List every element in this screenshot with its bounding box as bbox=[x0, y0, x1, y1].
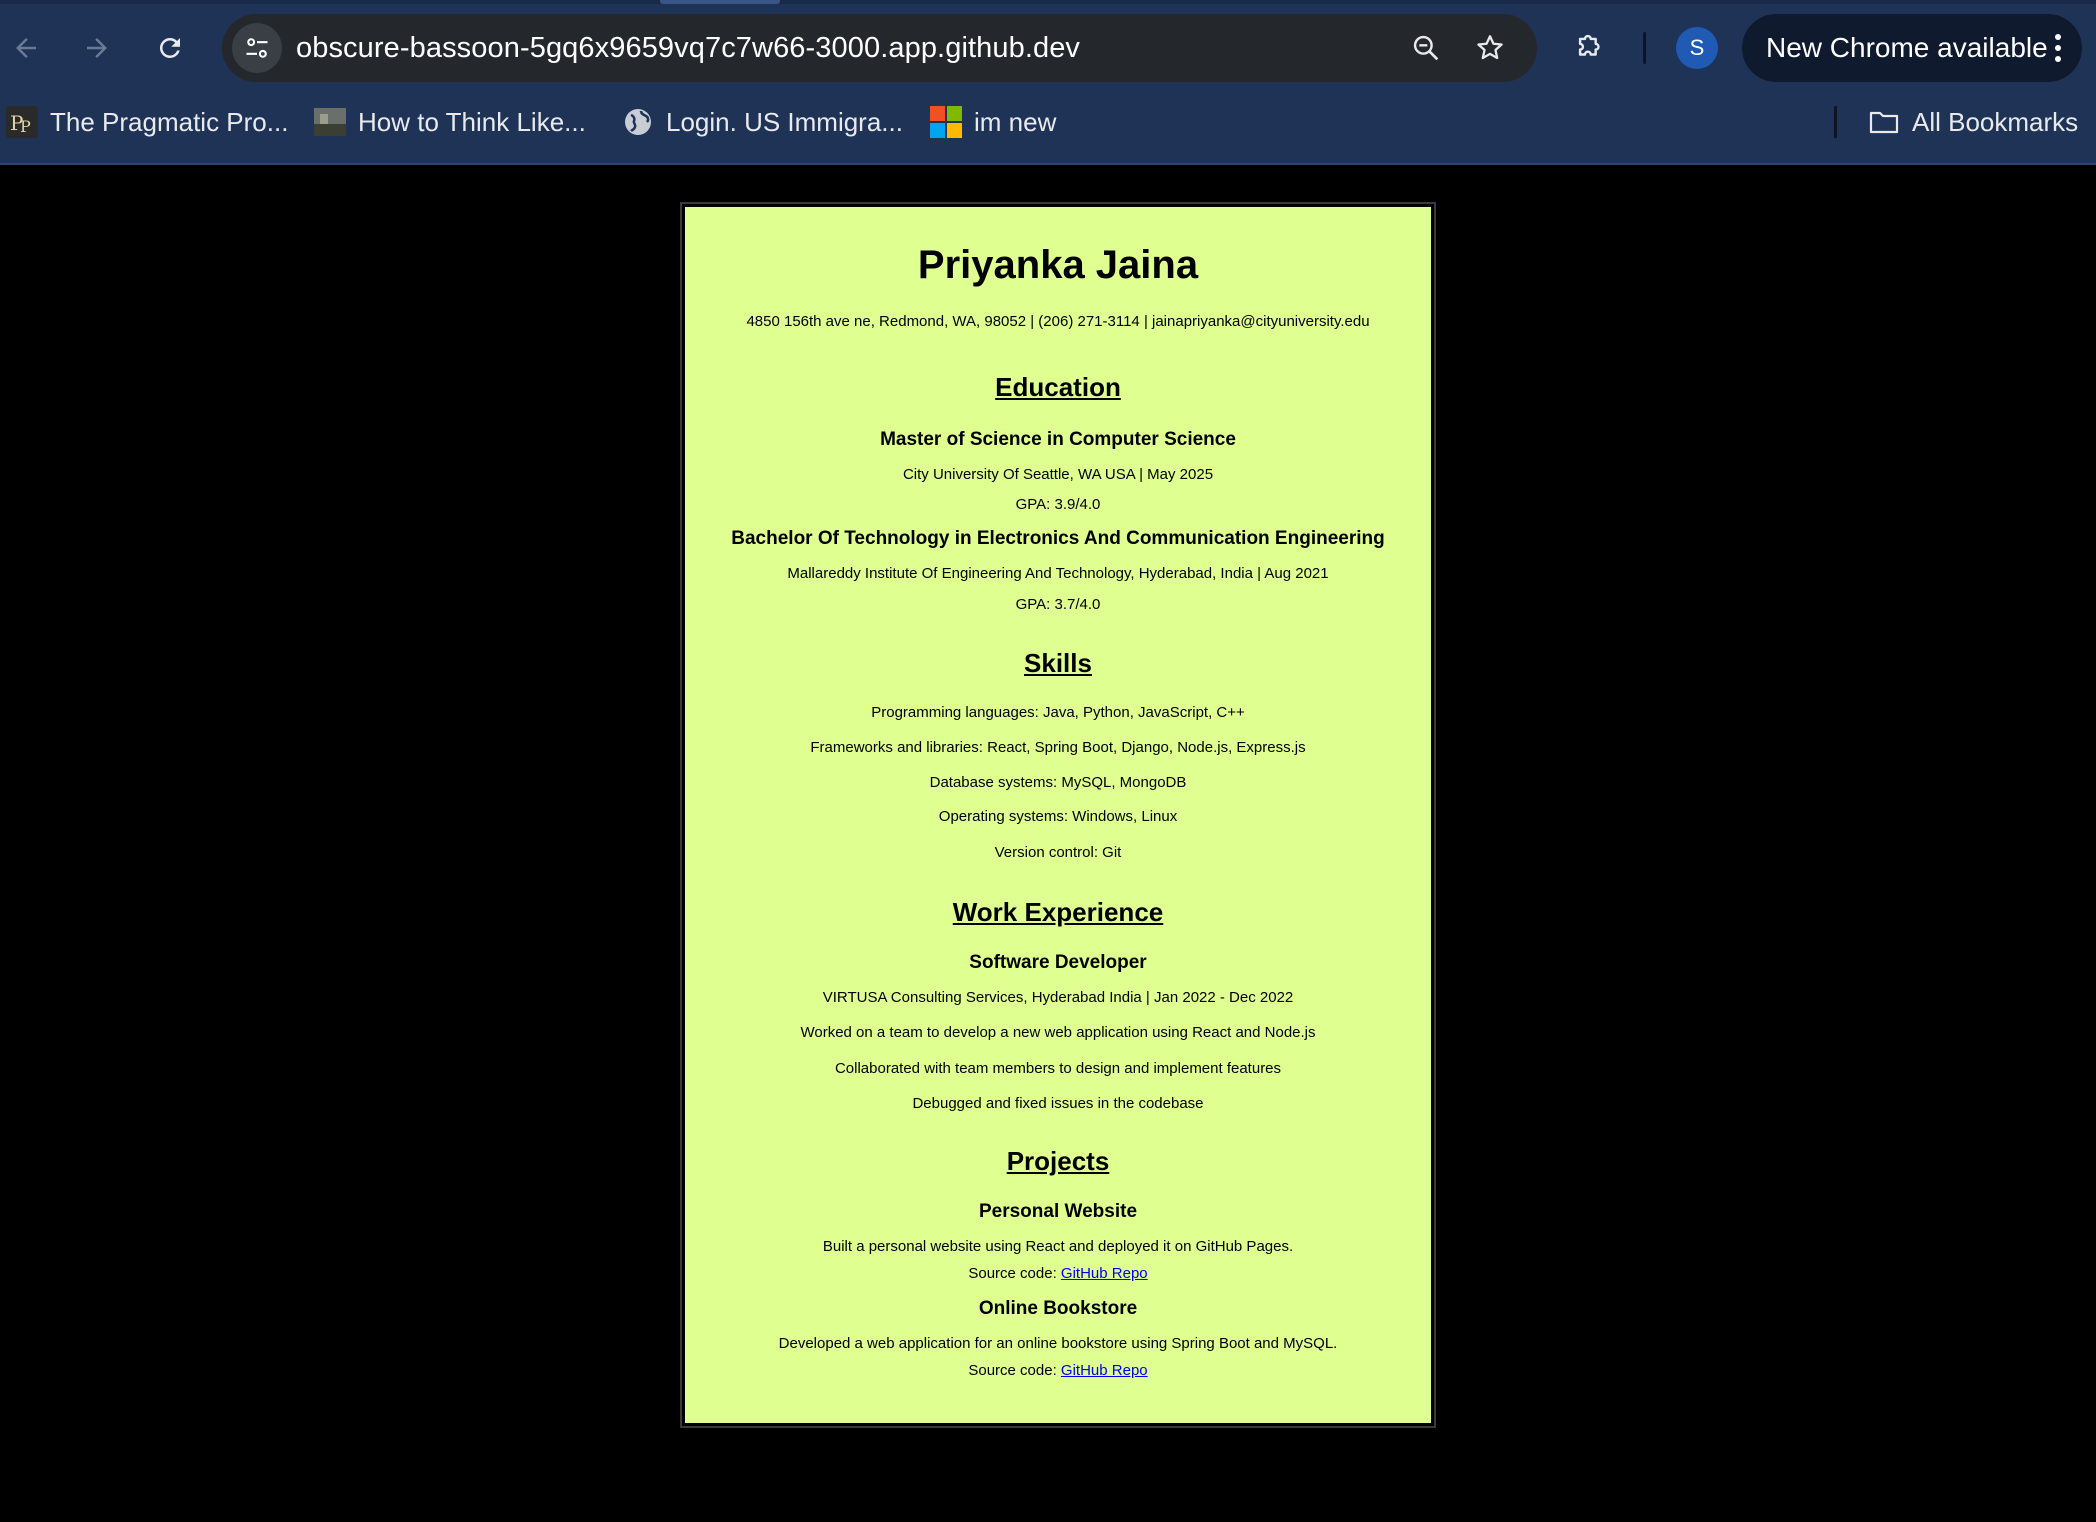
chrome-update-button[interactable]: New Chrome available bbox=[1742, 14, 2082, 82]
projects-heading: Projects bbox=[1006, 1146, 1110, 1176]
active-tab-indicator[interactable] bbox=[660, 0, 780, 4]
folder-icon bbox=[1869, 111, 1899, 134]
skills-heading: Skills bbox=[1024, 648, 1092, 678]
tab-strip bbox=[0, 0, 2096, 4]
source-label: Source code: bbox=[968, 1265, 1061, 1282]
bookmark-how-to-think[interactable]: How to Think Like... bbox=[314, 100, 586, 144]
forward-arrow-icon bbox=[87, 38, 107, 58]
pragmatic-programmer-favicon: P P bbox=[6, 106, 38, 138]
school-info: Mallareddy Institute Of Engineering And … bbox=[787, 565, 1329, 582]
forward-button[interactable] bbox=[75, 26, 119, 70]
all-bookmarks-button[interactable]: All Bookmarks bbox=[1868, 100, 2078, 144]
project-title: Online Bookstore bbox=[978, 1298, 1138, 1319]
kebab-menu-icon[interactable] bbox=[2052, 34, 2064, 64]
back-button[interactable] bbox=[4, 26, 48, 70]
gpa: GPA: 3.7/4.0 bbox=[1015, 596, 1101, 613]
job-title: Software Developer bbox=[969, 952, 1147, 973]
contact-info: 4850 156th ave ne, Redmond, WA, 98052 | … bbox=[746, 313, 1370, 330]
zoom-out-icon bbox=[1413, 35, 1439, 61]
profile-avatar[interactable]: S bbox=[1676, 27, 1718, 69]
bookmark-star-button[interactable] bbox=[1470, 28, 1510, 68]
work-experience-heading: Work Experience bbox=[952, 897, 1164, 927]
gpa: GPA: 3.9/4.0 bbox=[1015, 496, 1101, 513]
education-heading: Education bbox=[995, 372, 1121, 402]
resume-name: Priyanka Jaina bbox=[917, 243, 1199, 287]
bookmark-label: How to Think Like... bbox=[358, 106, 586, 137]
company-info: VIRTUSA Consulting Services, Hyderabad I… bbox=[822, 989, 1294, 1006]
puzzle-icon bbox=[1578, 34, 1600, 56]
reload-icon bbox=[159, 37, 180, 58]
project-title: Personal Website bbox=[978, 1201, 1138, 1222]
bookmark-pragmatic[interactable]: P P The Pragmatic Pro... bbox=[6, 100, 288, 144]
skill-item: Frameworks and libraries: React, Spring … bbox=[810, 739, 1306, 756]
degree-title: Master of Science in Computer Science bbox=[880, 429, 1236, 450]
bookmark-login-us-immigration[interactable]: Login. US Immigra... bbox=[622, 100, 903, 144]
svg-text:P: P bbox=[20, 117, 31, 136]
skill-item: Database systems: MySQL, MongoDB bbox=[929, 774, 1187, 791]
site-info-button[interactable] bbox=[232, 23, 282, 73]
project-source: Source code: GitHub Repo bbox=[685, 1265, 1431, 1282]
project-description: Built a personal website using React and… bbox=[822, 1238, 1294, 1255]
book-thumbnail-favicon bbox=[314, 108, 346, 136]
bookmark-label: The Pragmatic Pro... bbox=[50, 106, 289, 137]
bookmark-im-new[interactable]: im new bbox=[930, 100, 1056, 144]
back-arrow-icon bbox=[16, 38, 36, 58]
extensions-button[interactable] bbox=[1568, 24, 1612, 68]
browser-toolbar: obscure-bassoon-5gq6x9659vq7c7w66-3000.a… bbox=[0, 0, 2096, 165]
degree-title: Bachelor Of Technology in Electronics An… bbox=[731, 528, 1385, 549]
job-duty: Debugged and fixed issues in the codebas… bbox=[912, 1095, 1204, 1112]
project-description: Developed a web application for an onlin… bbox=[778, 1335, 1338, 1352]
address-bar[interactable]: obscure-bassoon-5gq6x9659vq7c7w66-3000.a… bbox=[222, 14, 1537, 82]
microsoft-logo-icon bbox=[930, 106, 962, 138]
skill-item: Programming languages: Java, Python, Jav… bbox=[871, 704, 1245, 721]
tune-icon bbox=[246, 38, 268, 58]
github-repo-link[interactable]: GitHub Repo bbox=[1061, 1265, 1148, 1282]
skill-item: Version control: Git bbox=[994, 844, 1122, 861]
job-duty: Worked on a team to develop a new web ap… bbox=[800, 1024, 1316, 1041]
source-label: Source code: bbox=[968, 1362, 1061, 1379]
star-icon bbox=[1477, 35, 1503, 60]
github-repo-link[interactable]: GitHub Repo bbox=[1061, 1362, 1148, 1379]
update-label: New Chrome available bbox=[1766, 32, 2048, 63]
zoom-button[interactable] bbox=[1406, 28, 1446, 68]
all-bookmarks-label: All Bookmarks bbox=[1912, 106, 2079, 137]
project-source: Source code: GitHub Repo bbox=[685, 1362, 1431, 1379]
globe-icon bbox=[625, 109, 651, 135]
school-info: City University Of Seattle, WA USA | May… bbox=[902, 466, 1214, 483]
reload-button[interactable] bbox=[148, 26, 192, 70]
toolbar-divider bbox=[1643, 32, 1646, 64]
job-duty: Collaborated with team members to design… bbox=[834, 1060, 1282, 1077]
skill-item: Operating systems: Windows, Linux bbox=[938, 808, 1178, 825]
bookmark-label: Login. US Immigra... bbox=[666, 106, 903, 137]
url-text[interactable]: obscure-bassoon-5gq6x9659vq7c7w66-3000.a… bbox=[296, 14, 1080, 82]
bookmarks-divider bbox=[1834, 106, 1837, 138]
resume-page: Priyanka Jaina 4850 156th ave ne, Redmon… bbox=[680, 202, 1436, 1428]
bookmark-label: im new bbox=[974, 106, 1057, 137]
